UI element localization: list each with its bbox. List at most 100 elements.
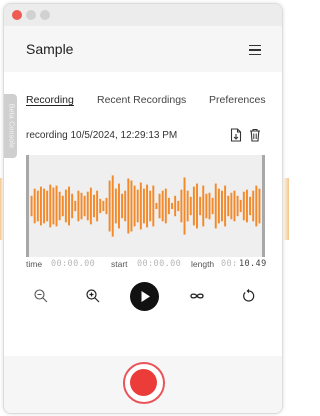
app-window: Sample Beta Console Recording Recent Rec… <box>3 3 283 414</box>
waveform-bar <box>249 196 252 216</box>
waveform-bar <box>242 191 245 221</box>
length-prefix: 00: <box>221 259 238 269</box>
hamburger-menu-icon[interactable] <box>249 45 261 55</box>
waveform-bar <box>208 192 211 220</box>
waveform-bar <box>102 200 105 212</box>
waveform <box>30 175 261 237</box>
waveform-bar <box>61 195 64 217</box>
waveform-bar <box>39 186 42 226</box>
waveform-bar <box>171 202 174 210</box>
play-button[interactable] <box>130 282 159 311</box>
app-header: Sample <box>4 26 282 72</box>
waveform-bar <box>189 196 192 216</box>
waveform-bar <box>114 188 117 224</box>
waveform-bar <box>74 200 77 212</box>
waveform-bar <box>214 183 217 229</box>
waveform-bar <box>205 193 208 219</box>
tab-bar: Recording Recent Recordings Preferences <box>26 94 266 110</box>
minimize-window-button[interactable] <box>26 10 36 20</box>
title-bar <box>4 4 282 26</box>
waveform-bar <box>155 202 158 210</box>
side-glow-right <box>283 178 289 240</box>
start-value: 00:00.00 <box>137 259 182 269</box>
waveform-bar <box>36 190 39 222</box>
waveform-bar <box>43 188 46 224</box>
time-readout: time 00:00.00 start 00:00.00 length 00: … <box>26 259 266 271</box>
loop-icon[interactable] <box>189 288 205 304</box>
trim-handle-right[interactable] <box>262 155 265 257</box>
waveform-bar <box>64 189 67 223</box>
waveform-bar <box>227 195 230 217</box>
tab-recording[interactable]: Recording <box>26 94 74 106</box>
waveform-bar <box>89 187 92 225</box>
waveform-bar <box>77 190 80 222</box>
waveform-bar <box>196 183 198 229</box>
length-value: 10.49 <box>239 259 267 269</box>
waveform-bar <box>49 184 52 228</box>
waveform-bar <box>30 195 33 217</box>
waveform-bar <box>174 195 177 217</box>
zoom-out-icon[interactable] <box>33 288 49 304</box>
waveform-bar <box>239 199 242 213</box>
waveform-bar <box>230 192 233 220</box>
close-window-button[interactable] <box>12 10 22 20</box>
waveform-bar <box>68 186 70 226</box>
waveform-bar <box>186 190 189 222</box>
waveform-bar <box>130 180 133 232</box>
waveform-bar <box>58 191 61 221</box>
record-footer <box>4 356 282 413</box>
waveform-bar <box>33 188 36 224</box>
app-title: Sample <box>26 41 74 57</box>
waveform-bar <box>71 193 74 219</box>
tab-preferences[interactable]: Preferences <box>209 94 266 106</box>
waveform-bar <box>192 186 195 226</box>
waveform-bar <box>211 197 214 215</box>
time-label: time <box>26 259 43 269</box>
waveform-bar <box>93 194 95 218</box>
waveform-bar <box>118 183 120 229</box>
beta-console-tab[interactable]: Beta Console <box>4 94 17 158</box>
waveform-bar <box>252 190 255 222</box>
waveform-bar <box>96 190 99 222</box>
reset-icon[interactable] <box>241 288 257 304</box>
trim-handle-left[interactable] <box>26 155 29 257</box>
zoom-in-icon[interactable] <box>85 288 101 304</box>
start-label: start <box>111 259 128 269</box>
waveform-bar <box>180 189 183 223</box>
waveform-bar <box>183 177 186 235</box>
waveform-bar <box>139 182 142 230</box>
waveform-bar <box>121 193 124 219</box>
waveform-bar <box>55 185 58 227</box>
beta-console-label: Beta Console <box>7 103 14 149</box>
waveform-bar <box>217 188 220 224</box>
waveform-bar <box>177 200 180 212</box>
waveform-bar <box>236 195 239 217</box>
waveform-bar <box>105 197 108 215</box>
waveform-bar <box>224 185 227 227</box>
waveform-bar <box>86 191 89 221</box>
waveform-bar <box>258 188 261 224</box>
waveform-bar <box>142 188 145 224</box>
waveform-bar <box>80 192 83 220</box>
save-file-icon[interactable] <box>230 128 242 142</box>
trash-icon[interactable] <box>249 128 261 142</box>
waveform-bar <box>83 195 86 217</box>
waveform-panel[interactable] <box>26 155 265 257</box>
waveform-bar <box>161 190 164 222</box>
waveform-bar <box>136 189 139 223</box>
waveform-bar <box>108 180 111 232</box>
play-icon <box>141 291 150 302</box>
waveform-bar <box>199 196 202 216</box>
length-label: length <box>191 259 215 269</box>
record-button[interactable] <box>123 362 165 404</box>
waveform-bar <box>221 190 223 222</box>
time-value: 00:00.00 <box>51 259 96 269</box>
waveform-bar <box>127 178 130 234</box>
waveform-bar <box>158 193 161 219</box>
record-icon <box>130 369 157 396</box>
waveform-bar <box>52 187 55 225</box>
maximize-window-button[interactable] <box>40 10 50 20</box>
waveform-bar <box>99 198 102 214</box>
waveform-bar <box>111 175 114 237</box>
tab-recent-recordings[interactable]: Recent Recordings <box>97 94 186 106</box>
